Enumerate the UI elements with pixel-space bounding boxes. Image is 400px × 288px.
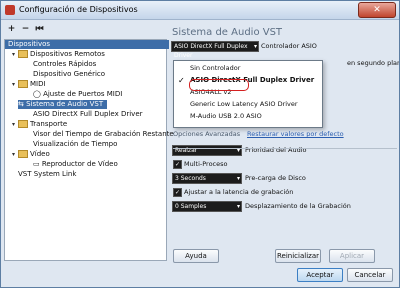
chevron-down-icon: ▾ [236,175,240,182]
tree-item-midi[interactable]: MIDI [18,80,46,89]
apply-button[interactable]: Aplicar [329,249,375,263]
dropdown-option-maudio-usb[interactable]: M-Audio USB 2.0 ASIO [174,111,322,122]
panel-title: Sistema de Audio VST [172,27,283,38]
window-title: Configuración de Dispositivos [19,5,138,14]
reset-device-button[interactable]: ⏮ [33,23,46,35]
folder-icon [18,120,28,128]
tree-item-record-time[interactable]: Visor del Tiempo de Grabación Restante [33,130,174,139]
tree-item-midi-ports[interactable]: ◯ Ajuste de Puertos MIDI [33,90,122,99]
settings-panel: Sistema de Audio VST ASIO DirectX Full D… [169,23,400,263]
tree-item-quick-controls[interactable]: Controles Rápidos [33,60,96,69]
multiprocess-checkbox[interactable]: ✓ [173,160,182,169]
device-tree: Dispositivos ▾ Dispositivos Remotos Cont… [4,39,174,261]
tree-item-vst-audio-system[interactable]: ⇆ Sistema de Audio VST [18,100,108,109]
multiprocess-label: Multi-Proceso [184,160,228,168]
midi-port-icon: ◯ [33,90,44,98]
help-button[interactable]: Ayuda [173,249,219,263]
tree-item-vst-system-link[interactable]: VST System Link [18,170,76,179]
audio-icon: ⇆ [18,100,27,108]
folder-icon [18,80,28,88]
tree-item-time-display[interactable]: Visualización de Tiempo [33,140,117,149]
collapse-icon[interactable]: ▾ [12,121,17,128]
tree-item-asio-driver[interactable]: ASIO DirectX Full Duplex Driver [33,110,143,119]
tree-item-video-player[interactable]: ▭ Reproductor de Vídeo [33,160,118,169]
title-bar: Configuración de Dispositivos ✕ [1,1,399,20]
asio-driver-dropdown: Sin Controlador ✓ ASIO DirectX Full Duple… [173,60,323,128]
remove-device-button[interactable]: − [19,23,32,35]
close-button[interactable]: ✕ [358,2,396,18]
highlight-circle [189,79,249,91]
accept-button[interactable]: Aceptar [297,268,343,282]
divider [173,148,397,149]
chevron-down-icon: ▾ [253,43,257,50]
device-setup-window: Configuración de Dispositivos ✕ + − ⏮ Di… [0,0,400,288]
folder-icon [18,150,28,158]
tree-item-transport[interactable]: Transporte [18,120,67,129]
disk-preload-label: Pre-carga de Disco [245,174,306,182]
tree-item-remote-devices[interactable]: Dispositivos Remotos [18,50,105,59]
reset-button[interactable]: Reinicializar [275,249,321,263]
adjust-latency-checkbox[interactable]: ✓ [173,188,182,197]
tree-item-video[interactable]: Vídeo [18,150,50,159]
tree-header: Dispositivos [5,40,169,49]
restore-defaults-link[interactable]: Restaurar valores por defecto [247,130,344,138]
chevron-down-icon: ▾ [236,203,240,210]
asio-driver-label: Controlador ASIO [261,42,317,50]
add-device-button[interactable]: + [5,23,18,35]
record-shift-label: Desplazamiento de la Grabación [245,202,351,210]
record-shift-select[interactable]: 0 Samples ▾ [172,201,242,212]
cancel-button[interactable]: Cancelar [347,268,393,282]
tree-item-generic-device[interactable]: Dispositivo Genérico [33,70,105,79]
check-icon: ✓ [178,76,185,85]
app-icon [5,5,15,15]
folder-icon [18,50,28,58]
dropdown-option-no-driver[interactable]: Sin Controlador [174,63,322,74]
adjust-latency-label: Ajustar a la latencia de grabación [184,188,294,196]
audio-priority-select[interactable]: Realzar ▾ [172,145,242,156]
disk-preload-select[interactable]: 3 Seconds ▾ [172,173,242,184]
dropdown-option-generic-low-latency[interactable]: Generic Low Latency ASIO Driver [174,99,322,110]
collapse-icon[interactable]: ▾ [12,51,17,58]
background-text: en segundo plano [347,59,400,67]
collapse-icon[interactable]: ▾ [12,151,17,158]
collapse-icon[interactable]: ▾ [12,81,17,88]
advanced-options-label: Opciones Avanzadas [173,130,241,138]
asio-driver-select[interactable]: ASIO DirectX Full Duplex Driver ▾ [171,41,259,59]
video-icon: ▭ [33,160,42,168]
